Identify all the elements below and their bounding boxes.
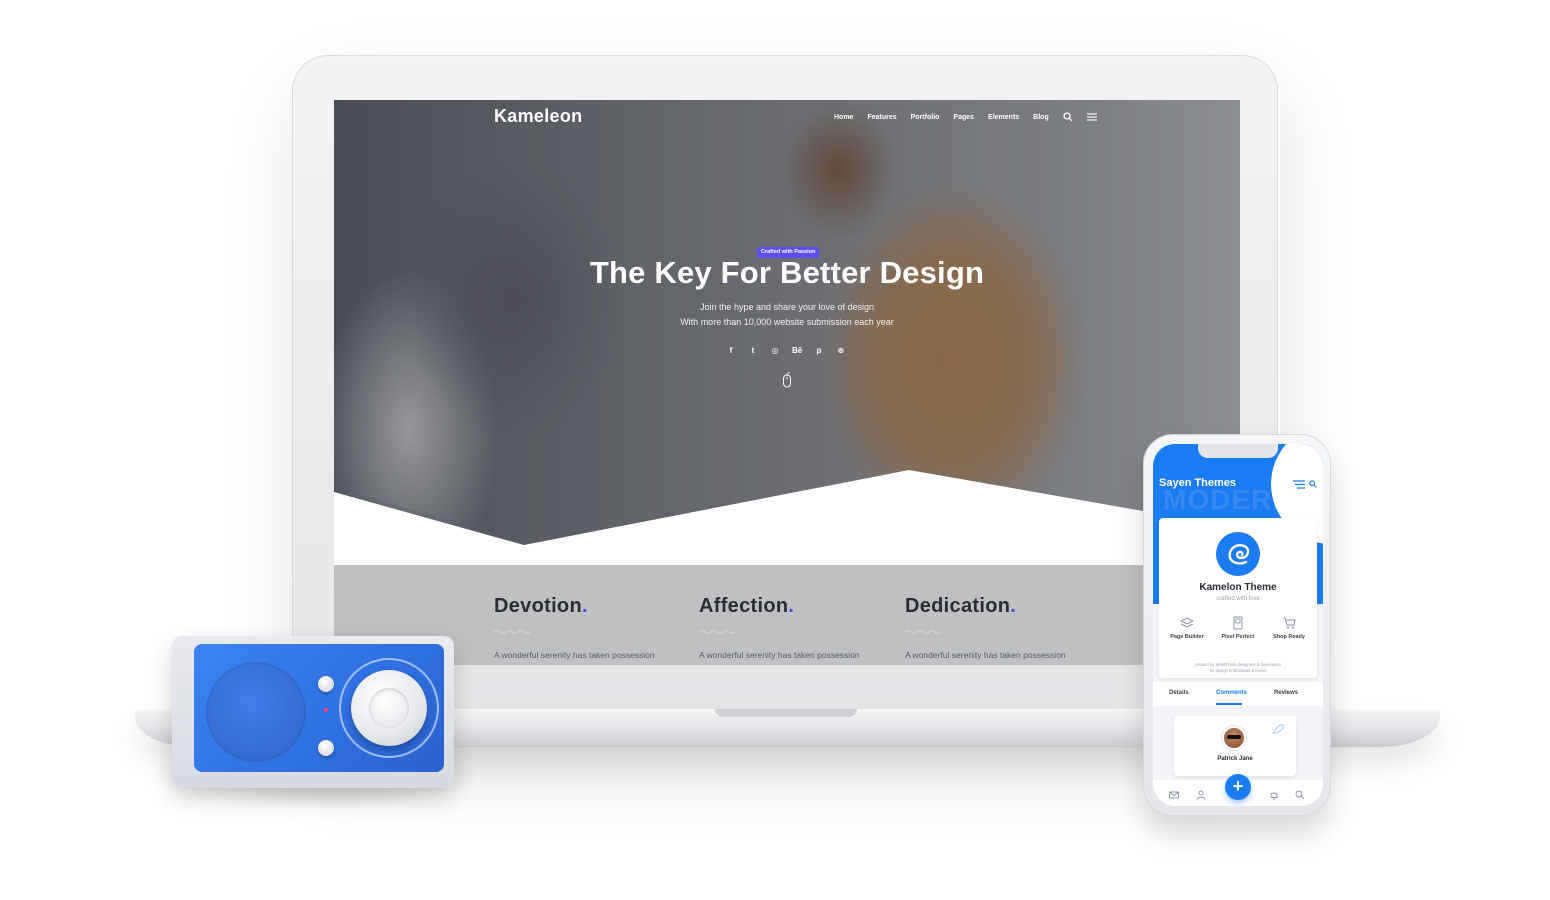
radio-speaker xyxy=(172,636,454,788)
nav-blog[interactable]: Blog xyxy=(1033,114,1049,121)
tab-comments[interactable]: Comments xyxy=(1216,690,1247,696)
layers-icon xyxy=(1180,617,1194,628)
radio-face xyxy=(194,644,444,772)
small-knob-top xyxy=(318,676,334,692)
site-logo[interactable]: Kameleon xyxy=(494,106,582,127)
feature-title: Dedication. xyxy=(905,595,1017,617)
feature-text: A wonderful serenity has taken possessio… xyxy=(494,650,655,660)
search-icon[interactable] xyxy=(1063,112,1073,122)
user-icon[interactable] xyxy=(1196,790,1206,800)
pinterest-icon[interactable]: p xyxy=(814,346,824,356)
site-nav: Home Features Portfolio Pages Elements B… xyxy=(834,112,1097,122)
search-icon[interactable] xyxy=(1295,790,1305,800)
card-subtitle: crafted with love xyxy=(1216,596,1260,602)
wave-divider-icon xyxy=(699,630,735,634)
phone-device: MODERN Sayen Themes Kamelon Theme crafte… xyxy=(1143,434,1331,816)
nav-portfolio[interactable]: Portfolio xyxy=(911,114,940,121)
phone-brand[interactable]: Sayen Themes xyxy=(1159,477,1236,489)
wave-divider-icon xyxy=(494,630,530,634)
phone-screen: MODERN Sayen Themes Kamelon Theme crafte… xyxy=(1153,444,1323,806)
theme-card: Kamelon Theme crafted with love Page Bui… xyxy=(1159,518,1317,678)
speaker-grille xyxy=(206,662,306,762)
hero-bottom-shape xyxy=(334,470,1240,565)
hero-subtitle-line1: Join the hype and share your love of des… xyxy=(699,302,875,312)
behance-icon[interactable]: Bē xyxy=(792,346,802,356)
feature-text: A wonderful serenity has taken possessio… xyxy=(699,650,860,660)
nav-pages[interactable]: Pages xyxy=(953,114,974,121)
social-links: f t ◎ Bē p ⊛ xyxy=(726,346,846,356)
feature-title: Devotion. xyxy=(494,595,588,617)
small-knob-bottom xyxy=(318,740,334,756)
bell-icon[interactable] xyxy=(1269,790,1279,800)
laptop-notch xyxy=(715,709,857,717)
feature-text: A wonderful serenity has taken possessio… xyxy=(905,650,1066,660)
hero-title: The Key For Better Design xyxy=(589,255,985,290)
card-title: Kamelon Theme xyxy=(1199,582,1277,593)
twitter-icon[interactable]: t xyxy=(748,346,758,356)
feature-shop-ready[interactable]: Shop Ready xyxy=(1263,616,1315,640)
nav-elements[interactable]: Elements xyxy=(988,114,1019,121)
comment-author: Patrick Jane xyxy=(1217,756,1253,762)
instagram-icon[interactable]: ◎ xyxy=(770,346,780,356)
facebook-icon[interactable]: f xyxy=(726,346,736,356)
feature-devotion: Devotion. A wonderful serenity has taken… xyxy=(494,595,684,660)
search-icon[interactable] xyxy=(1309,480,1317,488)
avatar-sunglasses xyxy=(1227,735,1241,739)
radio-led xyxy=(324,708,328,712)
quote-icon xyxy=(1271,724,1284,734)
laptop-screen: Kameleon Home Features Portfolio Pages E… xyxy=(334,100,1240,665)
dribbble-icon[interactable]: ⊛ xyxy=(836,346,846,356)
cart-icon xyxy=(1283,617,1296,629)
hamburger-menu-icon[interactable] xyxy=(1086,112,1097,122)
filter-menu-icon[interactable] xyxy=(1293,480,1305,489)
chameleon-logo-icon xyxy=(1216,532,1260,576)
feature-dedication: Dedication. A wonderful serenity has tak… xyxy=(905,595,1095,660)
mail-icon[interactable] xyxy=(1169,790,1179,800)
nav-features[interactable]: Features xyxy=(867,114,896,121)
feature-page-builder[interactable]: Page Builder xyxy=(1161,616,1213,640)
feature-title: Affection. xyxy=(699,595,795,617)
device-icon xyxy=(1233,616,1243,630)
scroll-mouse-icon[interactable] xyxy=(782,372,792,388)
nav-home[interactable]: Home xyxy=(834,114,853,121)
card-footer: created by WordPress designers & develop… xyxy=(1194,662,1282,673)
feature-pixel-perfect[interactable]: Pixel Perfect xyxy=(1212,616,1264,640)
comment-card: Patrick Jane xyxy=(1174,716,1296,776)
tab-reviews[interactable]: Reviews xyxy=(1274,690,1298,696)
tab-details[interactable]: Details xyxy=(1169,690,1189,696)
hero-subtitle-line2: With more than 10,000 website submission… xyxy=(680,317,894,327)
phone-notch xyxy=(1198,444,1278,458)
add-button[interactable]: + xyxy=(1225,774,1251,800)
feature-affection: Affection. A wonderful serenity has take… xyxy=(699,595,889,660)
phone-tabs: Details Comments Reviews xyxy=(1153,682,1323,706)
active-tab-indicator xyxy=(1216,703,1242,705)
dial-cap xyxy=(369,688,409,728)
wave-divider-icon xyxy=(905,630,941,634)
